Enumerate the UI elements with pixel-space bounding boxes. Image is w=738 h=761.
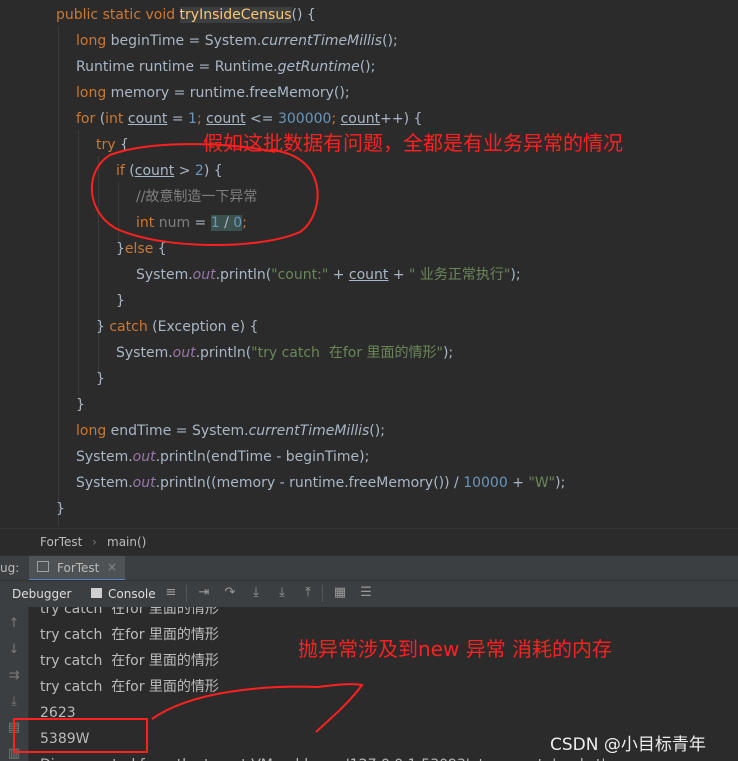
step-out-icon[interactable]: ⤒ <box>301 586 315 600</box>
tab-debugger[interactable]: Debugger <box>12 587 71 601</box>
toolbar-separator <box>322 585 323 602</box>
tab-label: ForTest <box>57 561 100 575</box>
step-over-icon[interactable]: ↷ <box>223 586 237 600</box>
run-config-icon <box>37 561 49 572</box>
chevron-right-icon: › <box>92 535 97 549</box>
debug-toolbar: Debugger Console ≡ ⇥ ↷ ⤓ ⤓ ⤒ ▦ ☰ <box>0 580 738 608</box>
force-step-into-icon[interactable]: ⤓ <box>275 586 289 600</box>
toolbar-separator <box>186 585 187 602</box>
evaluate-expression-icon[interactable]: ▦ <box>333 586 347 600</box>
annotation-top: 假如这批数据有问题，全都是有业务异常的情况 <box>203 131 623 155</box>
tab-console[interactable]: Console <box>108 587 156 601</box>
debug-tool-window-header: ug: ForTest × <box>0 555 738 581</box>
breadcrumb-file[interactable]: ForTest <box>40 535 82 549</box>
code-editor[interactable]: public static void tryInsideCensus() {lo… <box>0 0 738 528</box>
console-icon <box>91 588 102 598</box>
step-into-icon[interactable]: ⤓ <box>249 586 263 600</box>
watermark: CSDN @小目标青年 <box>550 735 706 755</box>
breadcrumb-method[interactable]: main() <box>107 535 146 549</box>
trace-icon[interactable]: ☰ <box>359 586 373 600</box>
tab-fortest[interactable]: ForTest × <box>29 556 125 581</box>
close-icon[interactable]: × <box>107 560 117 574</box>
menu-icon[interactable]: ≡ <box>164 586 178 600</box>
annotation-bottom: 抛异常涉及到new 异常 消耗的内存 <box>298 637 613 661</box>
annotation-circle <box>90 143 319 246</box>
breadcrumb: ForTest › main() <box>0 528 738 556</box>
show-execution-point-icon[interactable]: ⇥ <box>197 586 211 600</box>
debug-label: ug: <box>0 561 20 575</box>
